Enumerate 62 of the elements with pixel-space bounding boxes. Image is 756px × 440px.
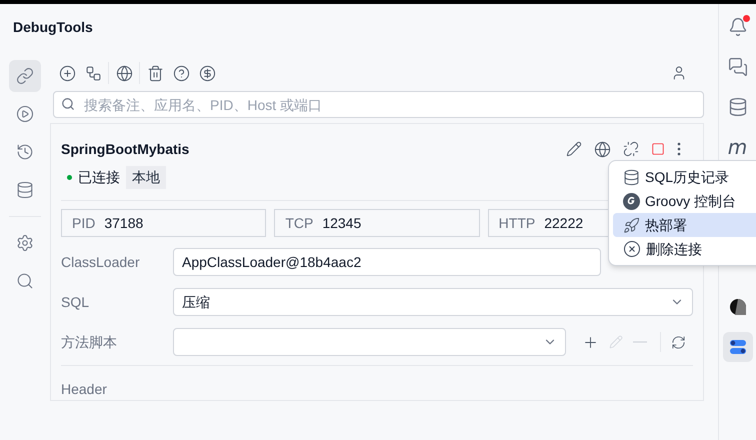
link-tab[interactable] xyxy=(9,60,41,92)
info-label: PID xyxy=(72,214,96,233)
search-icon xyxy=(16,272,34,290)
pencil-icon xyxy=(566,141,582,158)
m-tool[interactable]: m xyxy=(722,132,752,162)
groovy-icon xyxy=(623,192,640,210)
user-icon xyxy=(671,65,687,81)
field-label: ClassLoader xyxy=(61,252,141,272)
search-icon xyxy=(61,97,75,111)
minus-icon xyxy=(633,341,647,344)
globe-icon xyxy=(116,64,132,82)
bell-icon xyxy=(728,17,748,37)
sql-select[interactable]: 压缩 xyxy=(173,288,693,316)
database-icon xyxy=(728,97,748,117)
add-icon xyxy=(58,64,76,82)
flow-icon xyxy=(84,64,102,82)
globe-icon xyxy=(594,140,611,158)
database-icon xyxy=(16,181,34,199)
stop-button[interactable] xyxy=(651,142,665,156)
toggles-tool[interactable] xyxy=(722,332,752,362)
refresh-icon xyxy=(671,334,686,350)
classloader-field[interactable]: AppClassLoader@18b4aac2 xyxy=(173,248,601,276)
menu-item[interactable]: SQL历史记录 xyxy=(613,165,756,189)
more-button[interactable] xyxy=(677,142,681,156)
status-text: 已连接 xyxy=(78,168,120,187)
link-icon xyxy=(16,67,34,85)
close-icon xyxy=(623,240,641,258)
dollar-icon xyxy=(198,64,216,82)
menu-item[interactable]: 热部署 xyxy=(613,213,756,237)
location-tag: 本地 xyxy=(126,166,166,189)
history-icon xyxy=(16,143,34,161)
rocket-icon xyxy=(623,216,640,234)
shape-icon xyxy=(728,297,748,317)
menu-item[interactable]: 删除连接 xyxy=(613,237,756,261)
info-value: 22222 xyxy=(544,214,584,233)
more-icon xyxy=(677,142,681,156)
field-label: 方法脚本 xyxy=(61,332,118,352)
edit-button[interactable] xyxy=(566,141,582,158)
refresh-button[interactable] xyxy=(671,334,686,350)
help-icon xyxy=(172,64,190,82)
info-value: 12345 xyxy=(322,214,362,233)
unlink-icon xyxy=(623,141,639,158)
toggles-icon xyxy=(728,337,748,357)
pencil-icon xyxy=(609,335,623,350)
app-title: DebugTools xyxy=(12,18,94,37)
info-label: TCP xyxy=(285,214,314,233)
stop-icon xyxy=(651,142,665,156)
search-field[interactable]: 搜索备注、应用名、PID、Host 或端口 xyxy=(53,91,704,118)
trash-icon xyxy=(146,64,164,82)
globe-button[interactable] xyxy=(594,140,611,158)
info-value: 37188 xyxy=(104,214,144,233)
chat-icon xyxy=(728,57,748,77)
unlink-button[interactable] xyxy=(623,141,639,158)
play-icon xyxy=(16,105,34,123)
connection-name: SpringBootMybatis xyxy=(61,140,190,159)
settings-icon xyxy=(16,234,34,252)
menu-item[interactable]: Groovy 控制台 xyxy=(613,189,756,213)
info-label: HTTP xyxy=(498,214,536,233)
header-label: Header xyxy=(61,380,108,399)
m-glyph: m xyxy=(728,134,748,160)
field-label: SQL xyxy=(61,292,90,312)
database-icon xyxy=(623,168,640,186)
